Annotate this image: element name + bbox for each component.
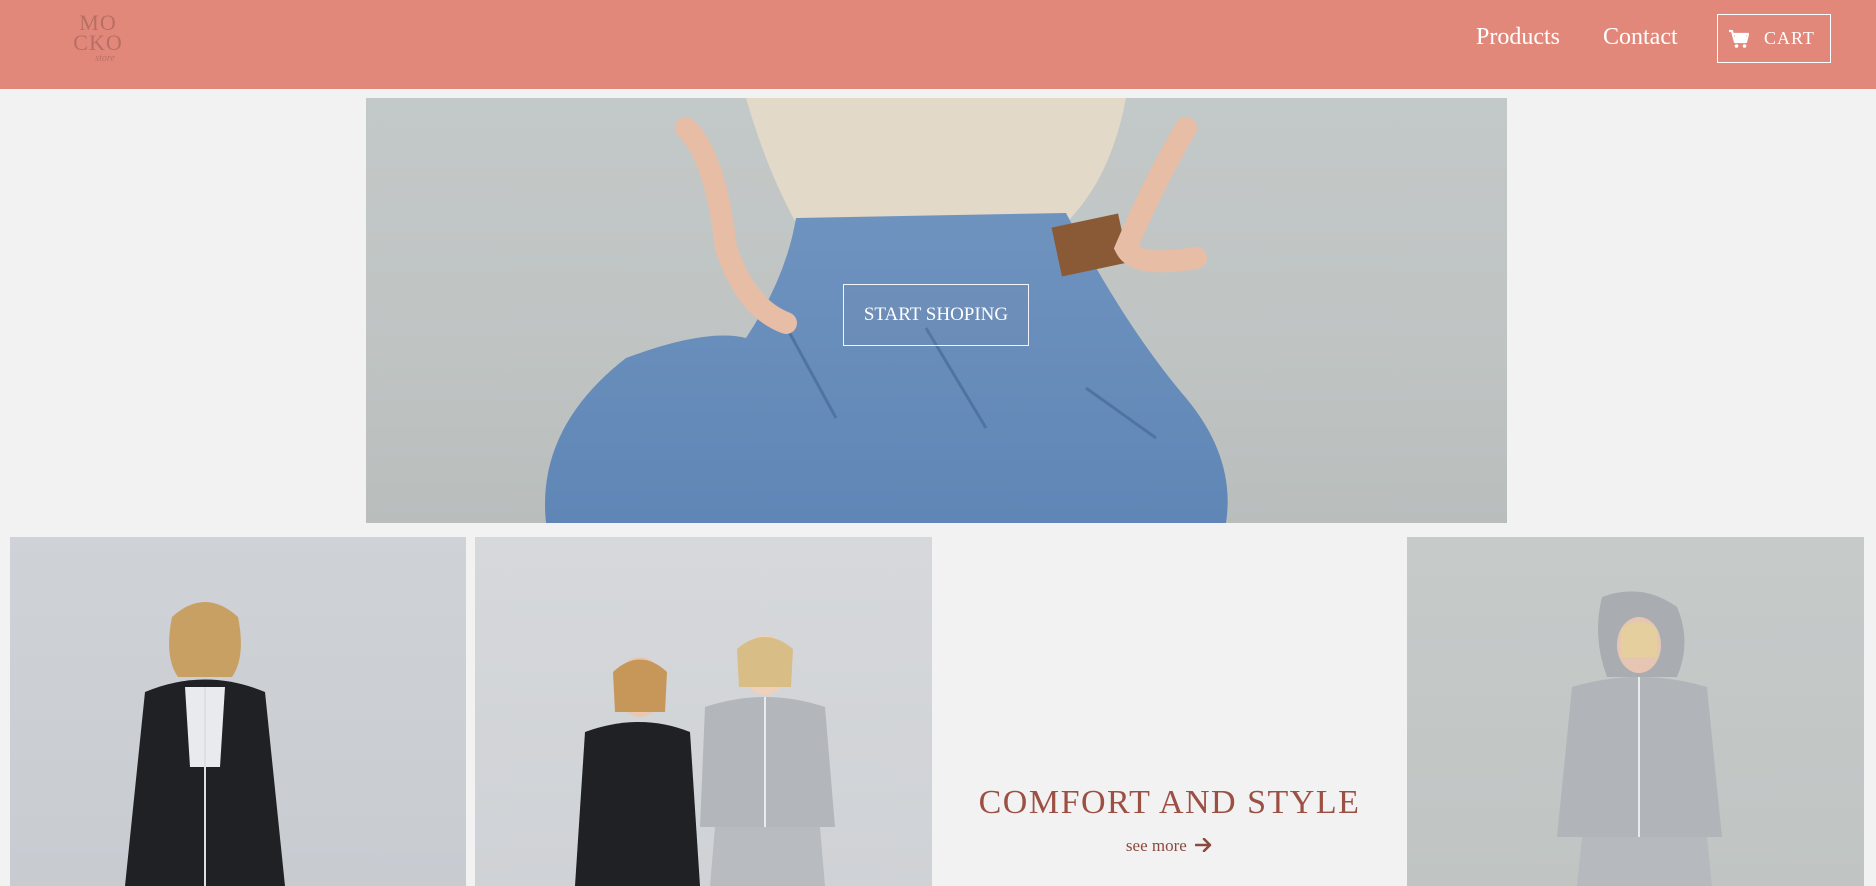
see-more-link[interactable]: see more xyxy=(941,836,1398,856)
promo-title: COMFORT AND STYLE xyxy=(978,784,1361,821)
woman-grey-hoodie-photo xyxy=(1557,591,1722,886)
gallery-tile[interactable] xyxy=(10,537,466,886)
gallery-tile[interactable] xyxy=(475,537,932,886)
cart-icon xyxy=(1728,29,1750,49)
cart-button[interactable]: CART xyxy=(1717,14,1831,63)
hero-banner: START SHOPING xyxy=(366,98,1507,523)
nav-products-link[interactable]: Products xyxy=(1476,24,1560,51)
woman-black-hoodie-photo xyxy=(125,602,285,886)
start-shopping-button[interactable]: START SHOPING xyxy=(843,284,1029,346)
top-navbar: MO CKO store Products Contact CART xyxy=(0,0,1876,89)
promo-block: COMFORT AND STYLE see more xyxy=(941,537,1398,886)
arrow-right-icon xyxy=(1194,837,1213,853)
gallery-tile[interactable] xyxy=(1407,537,1864,886)
cart-label: CART xyxy=(1764,28,1815,48)
logo-line-3: store xyxy=(95,53,115,64)
see-more-label: see more xyxy=(1125,836,1187,855)
logo-line-2: CKO xyxy=(73,30,123,55)
store-logo[interactable]: MO CKO store xyxy=(68,12,128,72)
nav-contact-link[interactable]: Contact xyxy=(1603,24,1678,51)
two-women-tracksuits-photo xyxy=(575,635,835,886)
